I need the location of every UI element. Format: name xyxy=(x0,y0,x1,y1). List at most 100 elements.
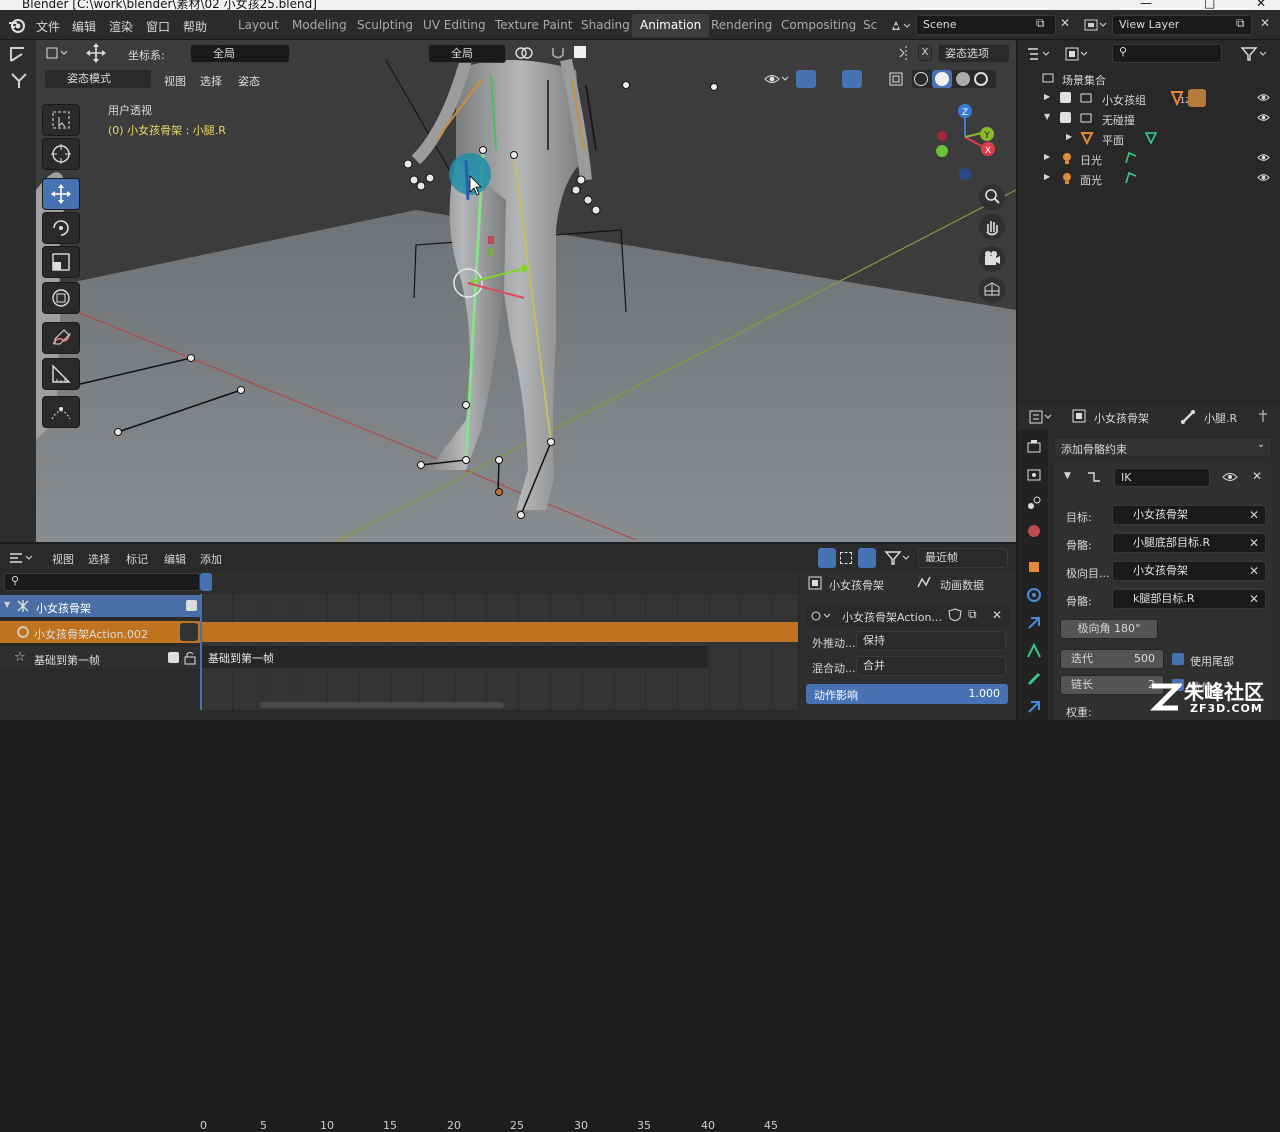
expand-arrow-icon[interactable]: ▶ xyxy=(1044,172,1050,181)
snap-element-icon[interactable] xyxy=(574,46,586,58)
measure-tool[interactable] xyxy=(42,358,80,390)
camera-view-icon[interactable] xyxy=(979,246,1005,272)
rendered-shading-icon[interactable] xyxy=(974,72,988,86)
pan-view-icon[interactable] xyxy=(979,214,1005,240)
tab-compositing[interactable]: Compositing xyxy=(773,14,864,37)
mirror-x-toggle[interactable]: X xyxy=(918,45,932,61)
annotate-tool[interactable] xyxy=(42,322,80,354)
output-tab-icon[interactable] xyxy=(1025,466,1043,484)
object-tab-icon[interactable] xyxy=(1025,558,1043,576)
menu-file[interactable]: 文件 xyxy=(36,18,60,35)
tweak-select-icon[interactable] xyxy=(818,548,836,568)
nla-search-input[interactable]: ⚲ xyxy=(4,573,200,591)
tab-uv-editing[interactable]: UV Editing xyxy=(415,14,494,37)
view-layer-field[interactable]: View Layer xyxy=(1112,15,1252,35)
new-scene-icon[interactable]: ⧉ xyxy=(1036,16,1045,31)
menu-render[interactable]: 渲染 xyxy=(109,18,133,35)
track-strip[interactable]: ☆ 基础到第一帧 xyxy=(0,647,200,669)
interaction-mode-dropdown[interactable]: 姿态模式 xyxy=(44,69,152,89)
display-mode-icon[interactable] xyxy=(1064,46,1092,62)
transform-tool[interactable] xyxy=(42,282,80,314)
render-tab-icon[interactable] xyxy=(1025,438,1043,456)
nla-editor-type-icon[interactable] xyxy=(8,550,38,566)
pin-icon[interactable] xyxy=(1256,409,1270,423)
ortho-toggle-icon[interactable] xyxy=(979,277,1005,303)
3d-viewport[interactable] xyxy=(36,40,1016,542)
menu-edit[interactable]: 编辑 xyxy=(72,18,96,35)
track-action[interactable]: 小女孩骨架Action.002 xyxy=(0,621,200,643)
action-strip-row[interactable] xyxy=(200,622,798,642)
rotate-tool[interactable] xyxy=(42,212,80,244)
light-data-icon[interactable] xyxy=(1124,171,1138,185)
nla-menu-edit[interactable]: 编辑 xyxy=(164,551,186,567)
track-checkbox[interactable] xyxy=(168,652,179,663)
tab-texture-paint[interactable]: Texture Paint xyxy=(487,14,580,37)
move-tool[interactable] xyxy=(42,178,80,210)
pole-bone-field[interactable]: k腿部目标.R ✕ xyxy=(1112,589,1266,609)
nla-strip-area[interactable]: 基础到第一帧 xyxy=(200,594,798,710)
menu-help[interactable]: 帮助 xyxy=(183,18,207,35)
action-browse-icon[interactable] xyxy=(810,609,834,623)
expand-arrow-icon[interactable]: ▶ xyxy=(1044,152,1050,161)
armature-tab-icon[interactable] xyxy=(1025,642,1043,660)
outliner-row-2[interactable]: ▼ 无碰撞 xyxy=(1018,108,1280,128)
frame-ruler[interactable] xyxy=(200,571,798,593)
outliner-row-1[interactable]: ▶ 小女孩组 12 xyxy=(1018,88,1280,108)
use-tail-checkbox[interactable] xyxy=(1172,653,1184,665)
target-field[interactable]: 小女孩骨架 ✕ xyxy=(1112,505,1266,525)
exclude-checkbox[interactable] xyxy=(1060,112,1071,123)
outliner-row-3[interactable]: ▶ 平面 xyxy=(1018,128,1280,148)
pose-mode-icon[interactable] xyxy=(8,70,30,90)
scene-name-field[interactable]: Scene xyxy=(916,15,1056,35)
menu-view[interactable]: 视图 xyxy=(164,73,186,89)
tab-sculpting[interactable]: Sculpting xyxy=(349,14,421,37)
wireframe-shading-icon[interactable] xyxy=(914,72,928,86)
tab-layout[interactable]: Layout xyxy=(230,14,287,37)
nla-menu-select[interactable]: 选择 xyxy=(88,551,110,567)
expand-arrow-icon[interactable]: ▶ xyxy=(1044,92,1050,101)
bone-constraint-tab-icon[interactable] xyxy=(1025,698,1043,716)
clear-target-icon[interactable]: ✕ xyxy=(1249,506,1259,524)
object-constraint-tab-icon[interactable] xyxy=(1025,614,1043,632)
track-checkbox[interactable] xyxy=(186,600,197,611)
tab-scripting[interactable]: Sc xyxy=(855,14,885,37)
visibility-eye-icon[interactable] xyxy=(1257,171,1270,184)
delete-scene-icon[interactable]: ✕ xyxy=(1060,16,1070,30)
proportional-edit-icon[interactable] xyxy=(514,45,542,61)
close-window-icon[interactable]: ✕ xyxy=(1256,0,1266,10)
bone-tab-icon[interactable] xyxy=(1025,670,1043,688)
nla-menu-add[interactable]: 添加 xyxy=(200,551,222,567)
delete-view-layer-icon[interactable]: ✕ xyxy=(1260,16,1270,30)
x-mirror-icon[interactable] xyxy=(898,45,914,61)
push-down-action-icon[interactable] xyxy=(180,623,198,641)
transform-orientation-icon[interactable] xyxy=(8,44,30,64)
unlink-action-icon[interactable]: ✕ xyxy=(992,608,1002,622)
nla-filter-icon[interactable] xyxy=(884,550,912,566)
clear-bone-icon[interactable]: ✕ xyxy=(1249,534,1259,552)
snap-mode-dropdown[interactable]: 最近帧 xyxy=(918,548,1008,568)
remove-constraint-icon[interactable]: ✕ xyxy=(1252,469,1262,483)
lock-icon[interactable] xyxy=(184,651,196,665)
duplicate-action-icon[interactable]: ⧉ xyxy=(968,607,977,622)
zoom-view-icon[interactable] xyxy=(979,184,1005,210)
world-tab-icon[interactable] xyxy=(1025,522,1043,540)
add-constraint-dropdown[interactable]: 添加骨骼约束 ⌄ xyxy=(1054,437,1272,457)
tab-shading[interactable]: Shading xyxy=(573,14,638,37)
expand-arrow-icon[interactable]: ▼ xyxy=(1044,112,1050,121)
outliner-search-input[interactable]: ⚲ xyxy=(1112,44,1222,63)
outliner-row-scene-collection[interactable]: 场景集合 xyxy=(1018,68,1280,88)
clear-pole-icon[interactable]: ✕ xyxy=(1249,562,1259,580)
select-box-tool[interactable] xyxy=(42,104,80,136)
light-data-icon[interactable] xyxy=(1124,151,1138,165)
transform-pivot-dropdown[interactable]: 全局 xyxy=(428,44,506,63)
gizmo-toggle-icon[interactable] xyxy=(796,70,816,88)
visibility-eye-icon[interactable] xyxy=(1257,91,1270,104)
horizontal-scrollbar[interactable] xyxy=(260,702,504,708)
iterations-slider[interactable]: 迭代 500 xyxy=(1060,649,1164,669)
tab-animation[interactable]: Animation xyxy=(632,14,710,37)
outliner-filter-icon[interactable] xyxy=(1240,46,1270,62)
star-icon[interactable]: ☆ xyxy=(14,650,26,665)
new-view-layer-icon[interactable]: ⧉ xyxy=(1236,16,1245,31)
outliner-row-5[interactable]: ▶ 面光 xyxy=(1018,168,1280,188)
scene-selector-icon[interactable] xyxy=(890,18,912,34)
